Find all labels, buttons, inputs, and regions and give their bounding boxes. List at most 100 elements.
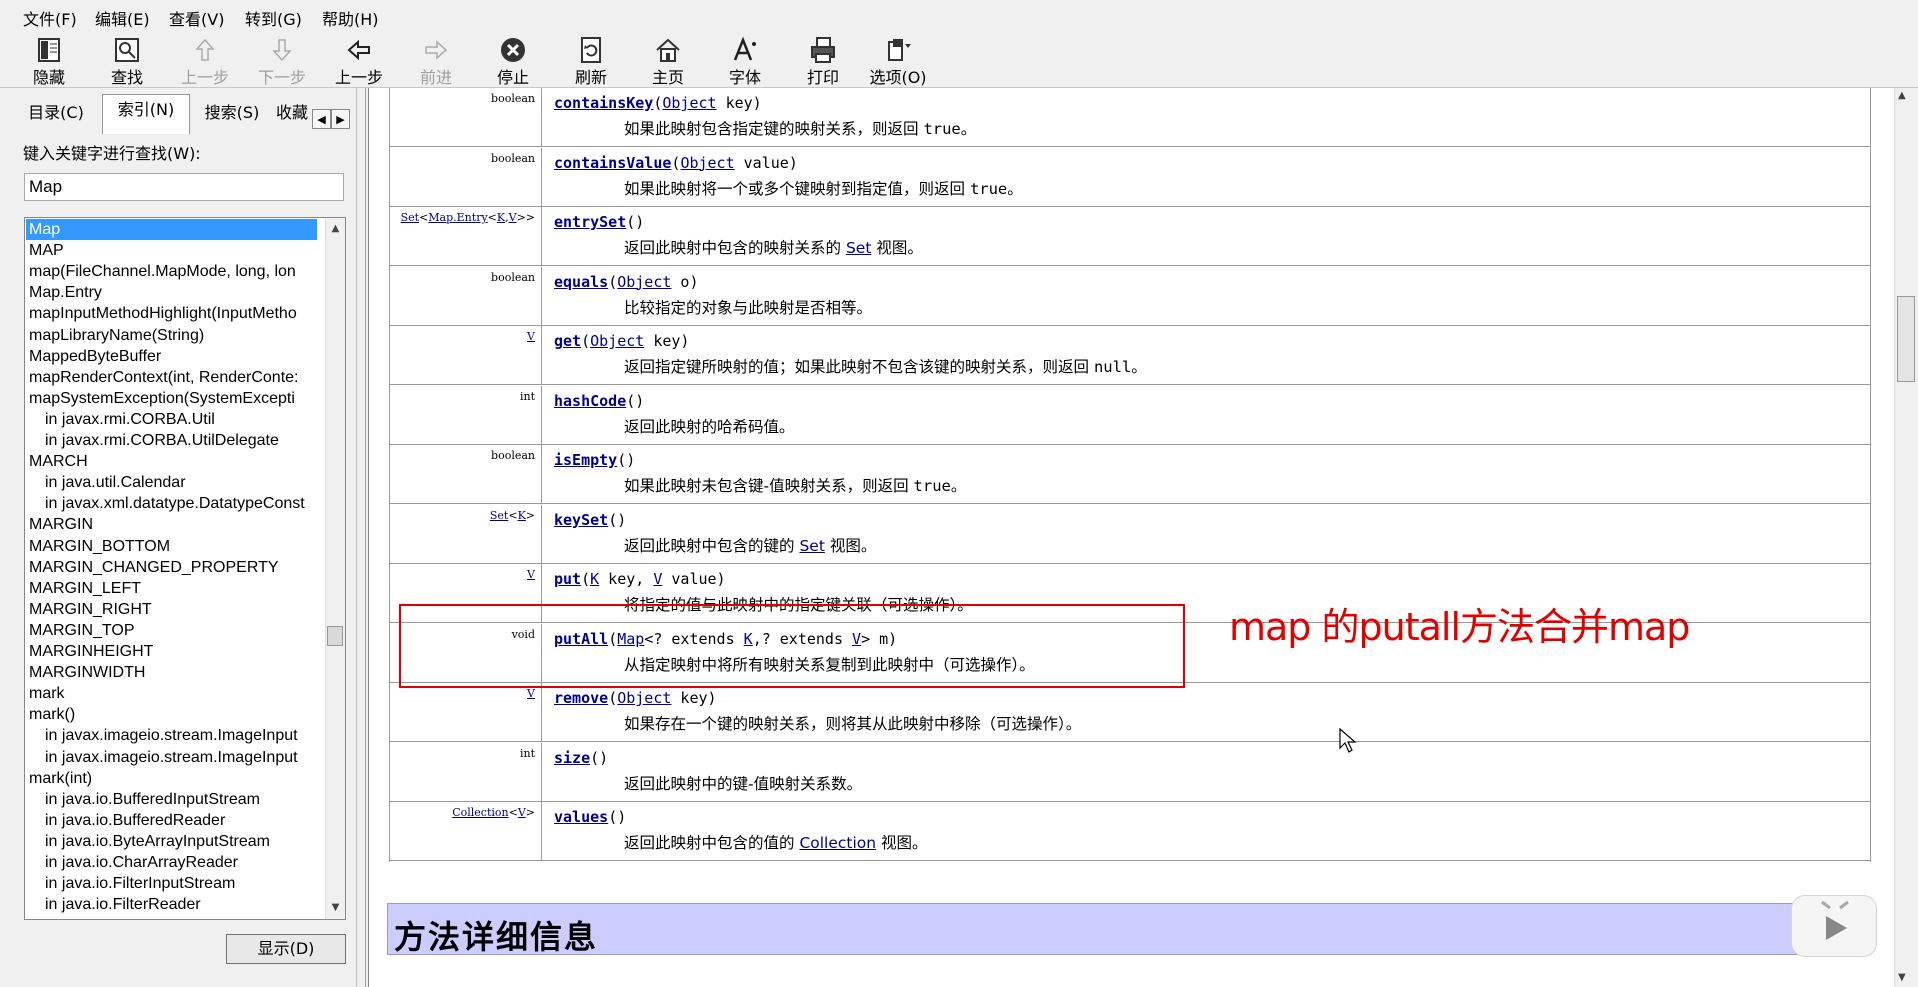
list-item[interactable]: MARGIN_LEFT bbox=[29, 578, 141, 599]
method-name-link[interactable]: get bbox=[554, 332, 581, 350]
type-link[interactable]: Object bbox=[680, 154, 734, 172]
list-item[interactable]: mapSystemException(SystemExcepti bbox=[29, 388, 295, 409]
menu-view[interactable]: 查看(V) bbox=[169, 6, 224, 30]
method-description: 如果此映射将一个或多个键映射到指定值，则返回 true。 bbox=[624, 179, 1023, 198]
type-link[interactable]: Object bbox=[617, 689, 671, 707]
return-type: boolean bbox=[390, 88, 542, 146]
type-link[interactable]: Object bbox=[617, 273, 671, 291]
refresh-button[interactable]: 刷新 bbox=[556, 36, 626, 87]
type-link[interactable]: Set bbox=[846, 239, 871, 257]
method-name-link[interactable]: keySet bbox=[554, 511, 608, 529]
list-item[interactable]: mark bbox=[29, 683, 65, 704]
type-link[interactable]: V bbox=[653, 570, 662, 588]
list-item[interactable]: mapInputMethodHighlight(InputMetho bbox=[29, 303, 297, 324]
method-name-link[interactable]: containsValue bbox=[554, 154, 671, 172]
list-item[interactable]: map(FileChannel.MapMode, long, lon bbox=[29, 261, 296, 282]
list-item[interactable]: MARGIN_TOP bbox=[29, 620, 135, 641]
list-item[interactable]: MAP bbox=[29, 240, 64, 261]
method-name-link[interactable]: remove bbox=[554, 689, 608, 707]
list-item[interactable]: MARGIN_CHANGED_PROPERTY bbox=[29, 557, 279, 578]
list-item[interactable]: in java.util.Calendar bbox=[45, 472, 186, 493]
tab-scroll-right-icon[interactable]: ▶ bbox=[331, 109, 350, 129]
content-scroll-down-icon[interactable]: ▼ bbox=[1898, 972, 1906, 983]
method-description: 如果此映射包含指定键的映射关系，则返回 true。 bbox=[624, 120, 977, 138]
method-name-link[interactable]: put bbox=[554, 570, 581, 588]
scroll-down-icon[interactable]: ▼ bbox=[326, 899, 345, 917]
home-button[interactable]: 主页 bbox=[633, 36, 703, 87]
tab-index[interactable]: 索引(N) bbox=[102, 94, 190, 134]
index-list-scrollbar[interactable]: ▲ ▼ bbox=[325, 218, 345, 919]
list-item[interactable]: MARGIN bbox=[29, 514, 93, 535]
method-name-link[interactable]: size bbox=[554, 749, 590, 767]
type-link[interactable]: Set bbox=[799, 537, 824, 555]
type-link[interactable]: K bbox=[590, 570, 599, 588]
tab-search[interactable]: 搜索(S) bbox=[198, 98, 266, 132]
tab-scroll-left-icon[interactable]: ◀ bbox=[312, 109, 331, 129]
display-button[interactable]: 显示(D) bbox=[226, 934, 346, 964]
list-item[interactable]: in javax.rmi.CORBA.UtilDelegate bbox=[45, 430, 279, 451]
list-item[interactable]: in java.io.CharArrayReader bbox=[45, 852, 238, 873]
type-link[interactable]: Collection bbox=[799, 834, 876, 852]
list-item[interactable]: mapRenderContext(int, RenderConte: bbox=[29, 367, 298, 388]
method-name-link[interactable]: containsKey bbox=[554, 94, 653, 112]
find-button[interactable]: 查找 bbox=[92, 36, 162, 87]
list-item[interactable]: MappedByteBuffer bbox=[29, 346, 161, 367]
list-item[interactable]: MARCH bbox=[29, 451, 88, 472]
type-link[interactable]: Object bbox=[662, 94, 716, 112]
content-scrollbar[interactable]: ▲ ▼ bbox=[1894, 88, 1918, 987]
method-name-link[interactable]: isEmpty bbox=[554, 451, 617, 469]
list-item[interactable]: in javax.rmi.CORBA.Util bbox=[45, 409, 215, 430]
index-list[interactable]: Map MAP map(FileChannel.MapMode, long, lon… bbox=[24, 217, 346, 920]
scroll-thumb[interactable] bbox=[327, 626, 343, 646]
return-type: Collection<V> bbox=[390, 802, 542, 860]
method-detail-header: 方法详细信息 bbox=[387, 903, 1867, 956]
video-play-button[interactable] bbox=[1791, 895, 1877, 957]
list-item[interactable]: in java.io.FilterInputStream bbox=[45, 873, 235, 894]
list-item[interactable]: in javax.xml.datatype.DatatypeConst bbox=[45, 493, 305, 514]
hide-icon bbox=[38, 38, 60, 62]
font-button[interactable]: 字体 bbox=[710, 36, 780, 87]
list-item[interactable]: in java.io.FilterReader bbox=[45, 894, 201, 915]
tab-contents[interactable]: 目录(C) bbox=[22, 98, 90, 132]
scroll-up-icon[interactable]: ▲ bbox=[326, 220, 345, 238]
method-row: boolean equals(Object o) 比较指定的对象与此映射是否相等。 bbox=[390, 266, 1870, 326]
hide-button[interactable]: 隐藏 bbox=[14, 36, 84, 87]
next-topic-button[interactable]: 下一步 bbox=[247, 36, 317, 87]
tab-favorites[interactable]: 收藏 bbox=[276, 98, 316, 132]
list-item[interactable]: in java.io.BufferedReader bbox=[45, 810, 225, 831]
list-item[interactable]: MARGINWIDTH bbox=[29, 662, 145, 683]
prev-topic-button[interactable]: 上一步 bbox=[170, 36, 240, 87]
pane-splitter[interactable] bbox=[356, 88, 366, 987]
method-signature: containsKey(Object key) bbox=[554, 94, 762, 112]
back-button[interactable]: 上一步 bbox=[324, 36, 394, 87]
menu-goto[interactable]: 转到(G) bbox=[245, 6, 302, 30]
list-item[interactable]: MARGIN_RIGHT bbox=[29, 599, 152, 620]
list-item[interactable]: mapLibraryName(String) bbox=[29, 325, 204, 346]
list-item[interactable]: in javax.imageio.stream.ImageInput bbox=[45, 747, 298, 768]
print-button[interactable]: 打印 bbox=[788, 36, 858, 87]
list-item[interactable]: in javax.imageio.stream.ImageInput bbox=[45, 725, 298, 746]
method-row: boolean containsKey(Object key) 如果此映射包含指定键… bbox=[390, 88, 1870, 147]
forward-button[interactable]: 前进 bbox=[401, 36, 471, 87]
method-name-link[interactable]: values bbox=[554, 808, 608, 826]
method-name-link[interactable]: hashCode bbox=[554, 392, 626, 410]
content-scroll-up-icon[interactable]: ▲ bbox=[1898, 90, 1906, 101]
menu-edit[interactable]: 编辑(E) bbox=[95, 6, 150, 30]
list-item[interactable]: MARGIN_BOTTOM bbox=[29, 536, 170, 557]
stop-button[interactable]: 停止 bbox=[478, 36, 548, 87]
menu-help[interactable]: 帮助(H) bbox=[322, 6, 379, 30]
list-item[interactable]: mark(int) bbox=[29, 768, 92, 789]
content-scroll-thumb[interactable] bbox=[1897, 296, 1915, 382]
method-name-link[interactable]: equals bbox=[554, 273, 608, 291]
list-item[interactable]: in java.io.ByteArrayInputStream bbox=[45, 831, 270, 852]
list-item[interactable]: mark() bbox=[29, 704, 75, 725]
menu-file[interactable]: 文件(F) bbox=[23, 6, 77, 30]
options-button[interactable]: 选项(O) bbox=[863, 36, 933, 87]
list-item[interactable]: MARGINHEIGHT bbox=[29, 641, 153, 662]
keyword-input[interactable] bbox=[24, 173, 344, 201]
method-name-link[interactable]: entrySet bbox=[554, 213, 626, 231]
list-item[interactable]: in java.io.BufferedInputStream bbox=[45, 789, 260, 810]
list-item[interactable]: Map bbox=[26, 219, 317, 240]
list-item[interactable]: Map.Entry bbox=[29, 282, 102, 303]
type-link[interactable]: Object bbox=[590, 332, 644, 350]
